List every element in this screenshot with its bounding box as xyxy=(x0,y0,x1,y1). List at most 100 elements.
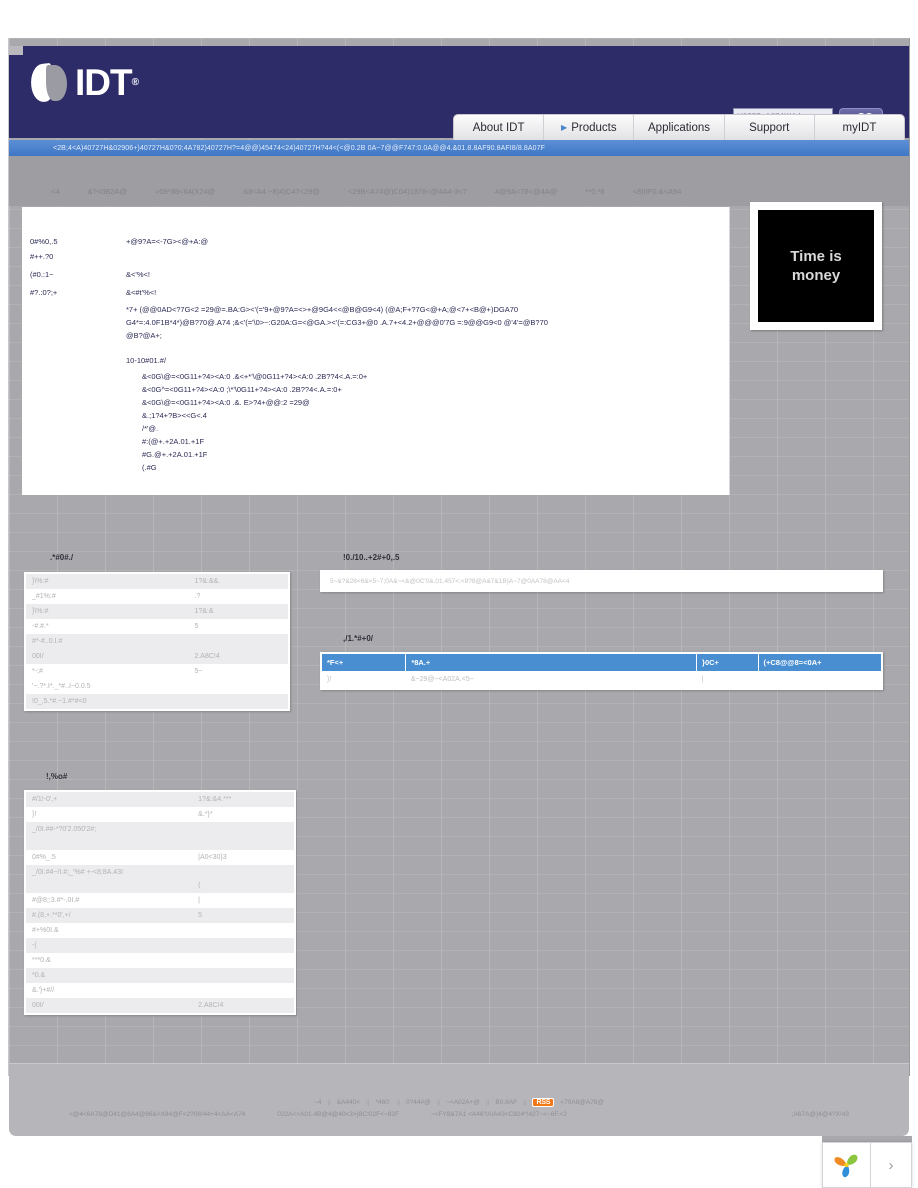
leaf-logo-icon[interactable] xyxy=(823,1143,871,1187)
tab-myidt[interactable]: myIDT xyxy=(815,115,904,140)
description-paragraph-0: *7+ (@@0AD<?7G<2 =29@=.BA:G><'(='9+@9?A=… xyxy=(126,305,519,314)
spec-key-0: }\%:# xyxy=(26,574,189,589)
table-row: _/0I.#4~/I.#;_'%# +-<8;8A.43I ( xyxy=(26,865,294,893)
feature-item-4: /*'@. xyxy=(142,424,159,433)
triangle-right-icon: ▶ xyxy=(561,123,568,132)
footer-link-0[interactable]: ~4 xyxy=(314,1099,321,1106)
ordering-value-4: ( xyxy=(192,865,294,893)
ordering-key-1: }! xyxy=(32,811,37,818)
ad-line-2: money xyxy=(791,267,841,284)
documents-column-revision[interactable]: (+C8@@8=<0A+ xyxy=(758,654,881,671)
description-paragraph-1: G4*=:4.0F1B*4*)@B?70@.A74 ;&<'(='\0>~:G2… xyxy=(126,318,548,327)
ordering-value-10 xyxy=(192,968,294,983)
site-footer: ~4 || &A440< || *460: || 0?44#@ || ~<A02… xyxy=(9,1063,909,1136)
specifications-card: }\%:# 1?&:&&. _#1%:# .? }\%:# 1?&:& -#.#… xyxy=(24,572,290,711)
footer-link-4[interactable]: ~<A02A+@ xyxy=(446,1099,480,1106)
footer-legal: <@4<6A78@D41@8A4@86&<X84@F<2?06!44+4<AA<… xyxy=(9,1111,909,1118)
ordering-title: !,%o# xyxy=(46,772,68,781)
documents-column-type[interactable]: *F<+ xyxy=(322,654,407,671)
meta-label-3: #?.:0?;+ xyxy=(30,288,58,297)
meta-value-1 xyxy=(126,250,721,263)
tab-about-idt[interactable]: About IDT xyxy=(454,115,545,140)
ad-banner-text: Time is money xyxy=(790,247,841,285)
tab-applications[interactable]: Applications xyxy=(634,115,725,140)
attributes-strip-text: 5~&?&28<6&<5~7;0A&~<&@0C'0&.01.457<;<8?8… xyxy=(330,577,570,585)
idt-logo-mark-icon xyxy=(29,62,71,104)
spec-key-8: !0_,5.*#.~1.#*#<0 xyxy=(26,694,189,709)
subnav-item-3[interactable]: &8<A4.~8)4)C47<29@ xyxy=(229,187,334,196)
table-row: -#.#.* 5 xyxy=(26,619,288,634)
meta-value-3: &<#t'%<! xyxy=(126,288,157,297)
documents-table: *F<+ *8A.+ }0C+ (+C8@@8=<0A+ }! &~29@~<A… xyxy=(322,654,881,688)
footer-link-1[interactable]: &A440< xyxy=(337,1099,360,1106)
feature-item-3: &.;1?4+?B><<G<.4 xyxy=(142,411,207,420)
ordering-value-12: 2.A8C!4 xyxy=(192,998,294,1013)
document-cell-title: &~29@~<A02A.<5~ xyxy=(410,676,474,683)
footer-sep-2: || xyxy=(396,1099,401,1106)
idt-logo[interactable]: IDT® xyxy=(29,60,139,106)
table-row: -( xyxy=(26,938,294,953)
meta-label-0: 0#%0,.5 xyxy=(30,237,58,246)
spec-value-0: 1?&:&&. xyxy=(188,574,288,589)
tab-about-idt-label: About IDT xyxy=(472,121,525,134)
ordering-key-2: _/0I.##-*?0'2.050'2#; xyxy=(26,822,193,850)
table-row: #+%0I.& xyxy=(26,923,294,938)
documents-column-date[interactable]: }0C+ xyxy=(696,654,759,671)
meta-row-1: #++.?0 xyxy=(30,250,721,263)
table-row[interactable]: }! &~29@~<A02A.<5~ | xyxy=(322,671,881,688)
documents-column-title[interactable]: *8A.+ xyxy=(405,654,698,671)
document-cell-revision xyxy=(758,671,881,688)
subnav-item-2[interactable]: >09*88<64(X24@ xyxy=(141,187,229,196)
spec-key-1: _#1%:# xyxy=(32,593,56,600)
table-row: 0#%_.5 |A0<30}3 xyxy=(26,850,294,865)
subnav-item-6[interactable]: **0,*8 xyxy=(571,187,618,196)
ad-banner-inner: Time is money xyxy=(758,210,874,322)
ordering-key-3: 0#%_.5 xyxy=(32,854,56,861)
ordering-key-0: #/1!-0',+ xyxy=(26,792,193,807)
spec-value-3: 5 xyxy=(194,623,199,630)
table-row: *-;# 5~ xyxy=(26,664,288,679)
subnav-item-4[interactable]: <29B<A74@)C04)1878<@4A4-3<7 xyxy=(334,187,481,196)
ordering-key-7: #+%0I.& xyxy=(32,927,59,934)
ordering-key-10: *0.& xyxy=(26,968,193,983)
subnav-item-7[interactable]: <8)0F0.&<A94 xyxy=(619,187,696,196)
footer-sep-0: || xyxy=(327,1099,331,1106)
subnav-item-5[interactable]: 4@9A<78<@4A@ xyxy=(481,187,571,196)
footer-link-2[interactable]: *460: xyxy=(375,1099,390,1106)
footer-link-3[interactable]: 0?44#@ xyxy=(406,1099,431,1106)
rss-badge[interactable]: RSS xyxy=(532,1098,555,1107)
description-paragraph-2: @B?@A+; xyxy=(126,331,162,340)
document-cell-date: | xyxy=(701,676,704,683)
ordering-card: #/1!-0',+ 1?&:&4.*** }! &.*}* _/0I.##-*?… xyxy=(24,790,296,1015)
chevron-right-icon[interactable]: › xyxy=(871,1143,911,1187)
spec-value-2: 1?&:& xyxy=(188,604,288,619)
ordering-table: #/1!-0',+ 1?&:&4.*** }! &.*}* _/0I.##-*?… xyxy=(26,792,294,1013)
feature-item-0: &<0G\@=<0G11+?4><A:0 .&<+*'\@0G11+?4><A:… xyxy=(142,372,368,381)
browser-widget: › xyxy=(822,1142,912,1188)
ordering-key-11: &.'}+#// xyxy=(32,987,55,994)
meta-row-0: 0#%0,.5 +@9?A=<-7G><@+A:@ xyxy=(30,235,721,248)
subnav-item-0[interactable]: <4 xyxy=(37,187,74,196)
footer-link-5[interactable]: B0.8AF xyxy=(495,1099,517,1106)
attributes-strip: 5~&?&28<6&<5~7;0A&~<&@0C'0&.01.457<;<8?8… xyxy=(320,570,883,592)
subnav-item-1[interactable]: &?<0B2A@ xyxy=(74,187,142,196)
ordering-value-1: &.*}* xyxy=(198,811,213,818)
footer-link-7[interactable]: <70A8@A78@ xyxy=(560,1099,604,1106)
tab-products[interactable]: ▶ Products xyxy=(544,115,635,140)
table-row: }\%:# 1?&:& xyxy=(26,604,288,619)
spec-value-1: .? xyxy=(194,593,201,600)
tab-support-label: Support xyxy=(749,121,790,134)
feature-list-header: 10-10#01.#/ xyxy=(126,356,167,365)
table-row: *0.& xyxy=(26,968,294,983)
page-root: IDT® English | 简体中文 | 日本語 ▶ GO ~<A02A *H… xyxy=(0,0,918,1188)
tab-products-label: Products xyxy=(571,121,617,134)
table-row: &.'}+#// xyxy=(26,983,294,998)
tab-support[interactable]: Support xyxy=(725,115,815,140)
footer-sep-4: || xyxy=(486,1099,490,1106)
registered-mark: ® xyxy=(131,77,139,88)
spec-key-6: *-;# xyxy=(32,668,43,675)
document-cell-type: }! xyxy=(327,676,332,683)
ad-banner[interactable]: Time is money xyxy=(750,202,882,330)
footer-legal-mid: 022A<>A01.4B@4@40<3>}8C!02F<~82F xyxy=(277,1111,399,1118)
meta-value-2: &<'%<! xyxy=(126,270,150,279)
